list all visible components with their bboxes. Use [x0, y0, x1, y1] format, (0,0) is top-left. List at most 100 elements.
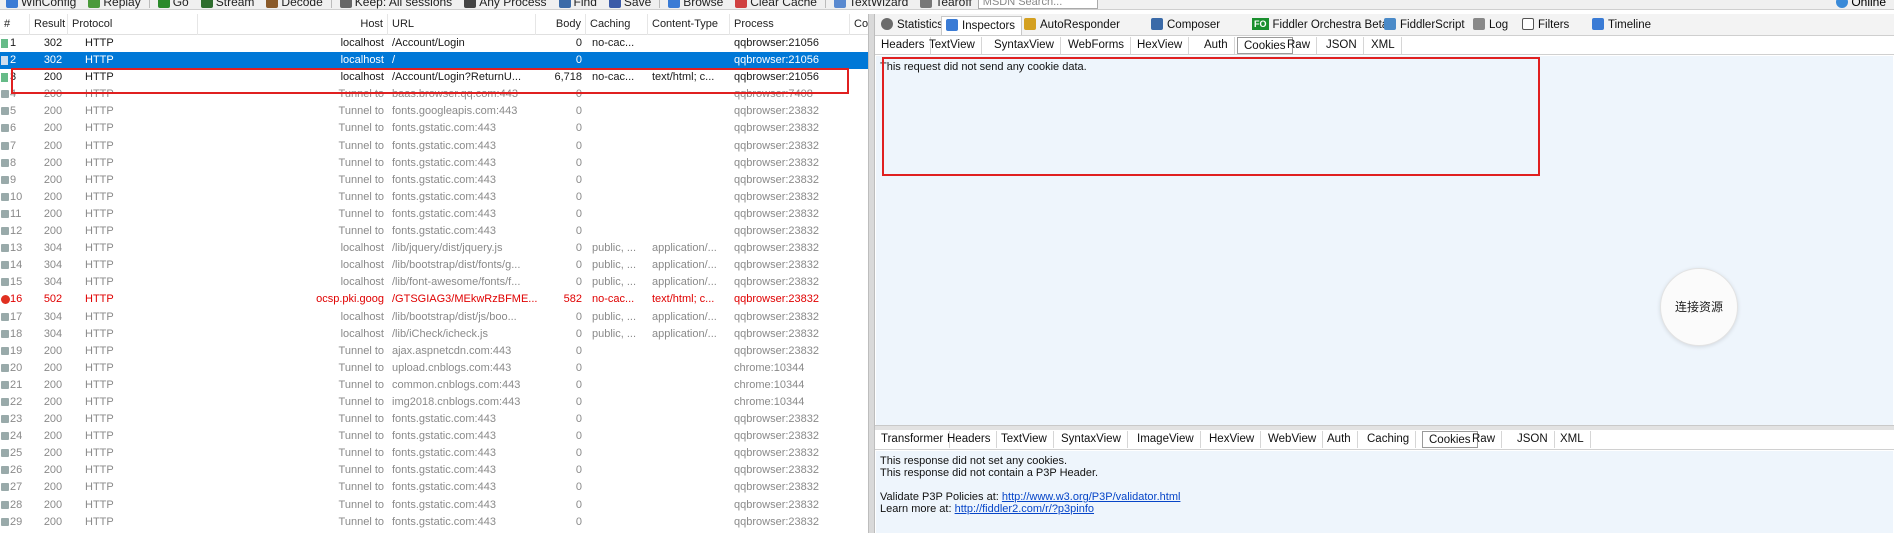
tab-fiddlerscript[interactable]: FiddlerScript — [1380, 16, 1471, 35]
session-row[interactable]: 17 304 HTTP localhost/lib/bootstrap/dist/js… — [0, 309, 868, 326]
toolbar-winconfig-button[interactable]: WinConfig — [0, 0, 82, 9]
tab-fiddler-orchestra-beta[interactable]: FO Fiddler Orchestra Beta — [1248, 16, 1394, 35]
col-header-result[interactable]: Result — [30, 14, 68, 35]
validate-p3p-link[interactable]: http://www.w3.org/P3P/validator.html — [1002, 491, 1181, 503]
response-tab-raw[interactable]: Raw — [1466, 431, 1503, 448]
session-row[interactable]: 7 200 HTTP Tunnel to fonts.gstatic.com:443 0 q… — [0, 138, 868, 155]
response-tab-headers[interactable]: Headers — [941, 431, 998, 448]
session-row[interactable]: 2 302 HTTP localhost / 0 qqbrowser:21056 — [0, 52, 868, 70]
toolbar-textwizard-button[interactable]: TextWizard — [828, 0, 914, 9]
session-row[interactable]: 4 200 HTTP Tunnel to baas.browser.qq.com:443… — [0, 86, 868, 103]
session-row[interactable]: 3 200 HTTP localhost/Account/Login?ReturnU.… — [0, 69, 868, 86]
learn-more-link[interactable]: http://fiddler2.com/r/?p3pinfo — [955, 503, 1094, 515]
toolbar-save-button[interactable]: Save — [603, 0, 657, 9]
cell-body: 0 — [575, 242, 582, 255]
toolbar-browse-button[interactable]: Browse — [662, 0, 729, 9]
col-header-process[interactable]: Process — [730, 14, 850, 35]
tab-inspectors[interactable]: Inspectors — [941, 16, 1023, 35]
request-tab-auth[interactable]: Auth — [1198, 37, 1235, 54]
session-row[interactable]: 14 304 HTTP localhost/lib/bootstrap/dist/fo… — [0, 257, 868, 274]
cell-host: Tunnel to — [338, 430, 384, 443]
session-row[interactable]: 10 200 HTTP Tunnel to fonts.gstatic.com:443 0… — [0, 189, 868, 206]
response-tab-textview[interactable]: TextView — [995, 431, 1054, 448]
session-row[interactable]: 16 502 HTTP ocsp.pki.goog/GTSGIAG3/MEkwRzBF… — [0, 291, 868, 308]
tab-log[interactable]: Log — [1469, 16, 1514, 35]
session-row[interactable]: 25 200 HTTP Tunnel to fonts.gstatic.com:443 0… — [0, 445, 868, 462]
sessions-header: # Result Protocol Host URL Body Caching … — [0, 14, 868, 35]
cell-process: qqbrowser:21056 — [734, 54, 820, 67]
session-row[interactable]: 6 200 HTTP Tunnel to fonts.gstatic.com:443 0 q… — [0, 120, 868, 137]
response-tab-xml[interactable]: XML — [1554, 431, 1591, 448]
col-header-host[interactable]: Host — [198, 14, 388, 35]
tab-statistics[interactable]: Statistics — [877, 16, 949, 35]
request-tab-raw[interactable]: Raw — [1281, 37, 1318, 54]
toolbar-decode-button[interactable]: Decode — [260, 0, 328, 9]
toolbar-any-process-button[interactable]: Any Process — [458, 0, 552, 9]
cell-caching: public, ... — [592, 276, 637, 289]
session-row[interactable]: 19 200 HTTP Tunnel to ajax.aspnetcdn.com:443… — [0, 343, 868, 360]
col-header-caching[interactable]: Caching — [586, 14, 648, 35]
session-row[interactable]: 11 200 HTTP Tunnel to fonts.gstatic.com:443 0… — [0, 206, 868, 223]
session-row[interactable]: 27 200 HTTP Tunnel to fonts.gstatic.com:443 0… — [0, 479, 868, 496]
cell-host: Tunnel to — [338, 207, 384, 220]
session-row[interactable]: 13 304 HTTP localhost/lib/jquery/dist/jquer… — [0, 240, 868, 257]
toolbar-replay-button[interactable]: Replay — [82, 0, 146, 9]
request-tab-syntaxview[interactable]: SyntaxView — [988, 37, 1061, 54]
session-row[interactable]: 29 200 HTTP Tunnel to fonts.gstatic.com:443 0… — [0, 514, 868, 531]
cell-host: Tunnel to — [338, 88, 384, 101]
tab-filters[interactable]: Filters — [1518, 16, 1575, 35]
response-tab-json[interactable]: JSON — [1511, 431, 1555, 448]
toolbar-stream-button[interactable]: Stream — [195, 0, 261, 9]
tab-timeline[interactable]: Timeline — [1588, 16, 1657, 35]
msdn-search-input[interactable]: MSDN Search... — [977, 0, 1098, 9]
toolbar-clear-cache-button[interactable]: Clear Cache — [729, 0, 823, 9]
tab-composer[interactable]: Composer — [1147, 16, 1226, 35]
col-header-content-type[interactable]: Content-Type — [648, 14, 730, 35]
response-tab-imageview[interactable]: ImageView — [1131, 431, 1201, 448]
session-row[interactable]: 9 200 HTTP Tunnel to fonts.gstatic.com:443 0 q… — [0, 172, 868, 189]
response-tab-webview[interactable]: WebView — [1262, 431, 1324, 448]
cell-result: 200 — [43, 105, 63, 118]
session-row[interactable]: 21 200 HTTP Tunnel to common.cnblogs.com:443… — [0, 377, 868, 394]
request-tab-hexview[interactable]: HexView — [1131, 37, 1190, 54]
toolbar-tearoff-button[interactable]: Tearoff — [914, 0, 977, 9]
response-tab-auth[interactable]: Auth — [1321, 431, 1358, 448]
response-tab-transformer[interactable]: Transformer — [875, 431, 951, 448]
toolbar-go-button[interactable]: Go — [152, 0, 195, 9]
col-header-url[interactable]: URL — [388, 14, 536, 35]
request-tab-xml[interactable]: XML — [1365, 37, 1402, 54]
message-highlight-box — [882, 57, 1540, 176]
session-row[interactable]: 23 200 HTTP Tunnel to fonts.gstatic.com:443 0… — [0, 411, 868, 428]
session-row[interactable]: 8 200 HTTP Tunnel to fonts.gstatic.com:443 0 q… — [0, 155, 868, 172]
session-row[interactable]: 28 200 HTTP Tunnel to fonts.gstatic.com:443 0… — [0, 497, 868, 514]
col-header-protocol[interactable]: Protocol — [68, 14, 198, 35]
session-row[interactable]: 1 302 HTTP localhost/Account/Login 0 no-cac..… — [0, 35, 868, 52]
pane-splitter[interactable] — [868, 14, 875, 533]
session-row[interactable]: 26 200 HTTP Tunnel to fonts.gstatic.com:443 0… — [0, 462, 868, 479]
session-row[interactable]: 22 200 HTTP Tunnel to img2018.cnblogs.com:44… — [0, 394, 868, 411]
toolbar-keep-all-sessions-button[interactable]: Keep: All sessions — [334, 0, 458, 9]
cell-num: 4 — [10, 88, 17, 101]
response-tab-syntaxview[interactable]: SyntaxView — [1055, 431, 1128, 448]
toolbar-separator — [659, 0, 661, 8]
session-row[interactable]: 20 200 HTTP Tunnel to upload.cnblogs.com:443… — [0, 360, 868, 377]
online-status[interactable]: Online — [1836, 0, 1894, 9]
request-tab-webforms[interactable]: WebForms — [1062, 37, 1132, 54]
toolbar-find-button[interactable]: Find — [553, 0, 603, 9]
request-tab-textview[interactable]: TextView — [923, 37, 982, 54]
session-row[interactable]: 24 200 HTTP Tunnel to fonts.gstatic.com:443 0… — [0, 428, 868, 445]
session-row[interactable]: 5 200 HTTP Tunnel to fonts.googleapis.com:44… — [0, 103, 868, 120]
response-tab-hexview[interactable]: HexView — [1203, 431, 1262, 448]
col-header-number[interactable]: # — [0, 14, 30, 35]
col-header-comments[interactable]: Co — [850, 14, 868, 35]
session-row[interactable]: 12 200 HTTP Tunnel to fonts.gstatic.com:443 0… — [0, 223, 868, 240]
session-row[interactable]: 18 304 HTTP localhost/lib/iCheck/icheck.js 0… — [0, 326, 868, 343]
request-tab-json[interactable]: JSON — [1320, 37, 1364, 54]
session-row[interactable]: 15 304 HTTP localhost/lib/font-awesome/font… — [0, 274, 868, 291]
tab-autoresponder[interactable]: AutoResponder — [1020, 16, 1126, 35]
col-header-body[interactable]: Body — [536, 14, 586, 35]
browse-icon — [668, 0, 681, 8]
response-tab-caching[interactable]: Caching — [1361, 431, 1417, 448]
floating-connect-button[interactable]: 连接资源 — [1660, 268, 1738, 346]
cell-protocol: HTTP — [85, 464, 114, 477]
